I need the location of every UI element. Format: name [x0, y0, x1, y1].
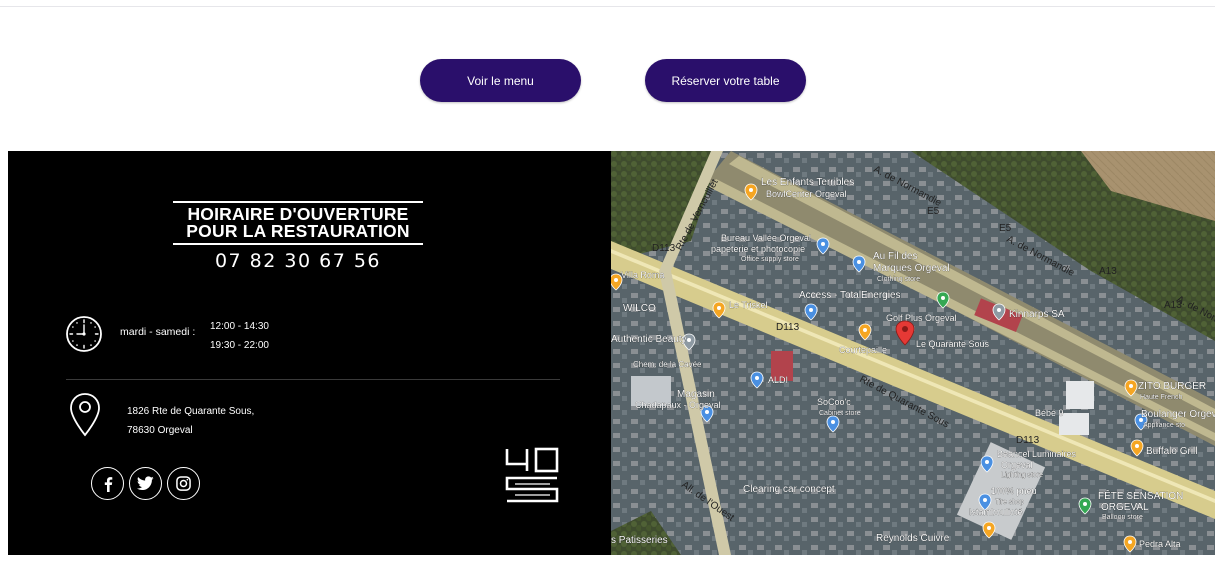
- map-label-d113b: D113: [776, 322, 800, 333]
- map-label-istam: Istamboulioté: [969, 507, 1023, 517]
- map-label-a13a: A13: [1099, 266, 1117, 277]
- opening-hours-title-block: HOIRAIRE D'OUVERTURE POUR LA RESTAURATIO…: [173, 201, 423, 272]
- social-links: [91, 467, 200, 500]
- map-label-enfants: Les Enfants Terribles: [761, 177, 854, 188]
- map-label-aldi: ALDI: [768, 375, 788, 385]
- map-label-access: Access - TotalEnergies: [799, 290, 901, 301]
- top-divider: [0, 6, 1215, 7]
- lunch-hours: 12:00 - 14:30: [210, 321, 269, 332]
- map-label-papeterie: papeterie et photocopie: [711, 244, 805, 254]
- map-label-bowl: BowlCenter Orgeval: [766, 189, 847, 199]
- map-label-d113a: D113: [652, 243, 676, 254]
- building-bebe9: [1066, 381, 1094, 409]
- map-label-chemcavee: Chem. de la Cavée: [633, 360, 702, 369]
- opening-days: mardi - samedi :: [120, 326, 196, 338]
- map-label-fete: FÊTE SENSATION: [1098, 489, 1183, 502]
- location-pin-icon: [70, 393, 100, 437]
- info-divider: [66, 379, 560, 380]
- map-label-orgeval: Orgeval: [1001, 460, 1033, 470]
- map-label-office: Office supply store: [741, 256, 799, 263]
- map-label-villaroma: Villa Roma: [621, 270, 664, 280]
- map-label-buffalo: Buffalo Grill: [1146, 446, 1198, 457]
- view-menu-button[interactable]: Voir le menu: [420, 59, 581, 102]
- map-label-authentic: Authentic Beauty: [611, 334, 687, 345]
- map-label-boulanger: Boulanger Orgev: [1141, 409, 1215, 420]
- map-label-socoo: SoCoo'c: [817, 397, 851, 407]
- map-label-magasin: Magasin: [677, 389, 715, 400]
- map-label-hautefrench: Haute French: [1140, 394, 1183, 401]
- twitter-icon[interactable]: [129, 467, 162, 500]
- map-label-pedra: Pedra Alta: [1139, 539, 1181, 549]
- map-label-pneu: 100% pneu: [991, 486, 1037, 496]
- map-label-e5b: E5: [999, 223, 1012, 234]
- map-canvas[interactable]: Les Enfants TerriblesBowlCenter Orgeval A…: [611, 151, 1215, 555]
- map-label-marques: Marques Orgeval: [873, 263, 950, 274]
- address-line-1: 1826 Rte de Quarante Sous,: [127, 406, 255, 417]
- facebook-icon[interactable]: [91, 467, 124, 500]
- map-label-zito: ZITO BURGER: [1138, 381, 1206, 392]
- map-label-e5a: E5: [927, 206, 940, 217]
- map-label-letriskel: Le Triskel: [729, 300, 768, 310]
- map-label-cabinet: Cabinet store: [819, 410, 861, 417]
- map-label-reynolds: Reynolds Cuivre: [876, 533, 950, 544]
- map-label-bureau: Bureau Vallée Orgeval: [721, 233, 811, 243]
- map-label-aufil: Au Fil des: [873, 251, 917, 262]
- map-label-kinnarps: Kinnarps SA: [1009, 309, 1065, 320]
- brand-logo: [505, 447, 559, 503]
- map-label-clothing: Clothing store: [877, 276, 920, 283]
- map-label-beancel: Beancel Luminaires: [997, 449, 1077, 459]
- opening-hours-title: HOIRAIRE D'OUVERTURE POUR LA RESTAURATIO…: [173, 203, 423, 243]
- map-label-appliance: Appliance sto: [1143, 422, 1185, 429]
- reserve-table-button[interactable]: Réserver votre table: [645, 59, 806, 102]
- location-map[interactable]: Les Enfants Terribles BowlCenter Orgeval A…: [611, 151, 1215, 555]
- map-label-clearing: Clearing car concept: [743, 484, 835, 495]
- footer-info-panel: HOIRAIRE D'OUVERTURE POUR LA RESTAURATIO…: [8, 151, 611, 555]
- title-bottom-rule: [173, 243, 423, 245]
- map-label-bebe9: Bébé 9: [1035, 408, 1064, 418]
- map-label-patisseries: s Patisseries: [611, 535, 668, 546]
- map-label-courtepaille: Courtepaille: [839, 345, 887, 355]
- map-label-feteorgeval: ORGEVAL: [1101, 502, 1149, 513]
- map-label-golfplus: Golf Plus Orgeval: [886, 313, 957, 323]
- map-label-wilco: WILCO: [623, 303, 656, 314]
- map-label-lighting: Lighting store: [1001, 472, 1043, 479]
- clock-icon: [66, 316, 102, 352]
- map-label-chadapaux: Chadapaux - Orgeval: [635, 400, 721, 410]
- title-line-2: POUR LA RESTAURATION: [186, 221, 410, 241]
- map-label-balloon: Balloon store: [1102, 514, 1143, 521]
- instagram-icon[interactable]: [167, 467, 200, 500]
- map-label-a13b: A13: [1164, 300, 1182, 311]
- address-line-2: 78630 Orgeval: [127, 425, 193, 436]
- phone-number[interactable]: 07 82 30 67 56: [173, 250, 423, 272]
- map-label-tire: Tire shop: [995, 499, 1024, 506]
- map-label-quarante: Le Quarante Sous: [916, 339, 990, 349]
- dinner-hours: 19:30 - 22:00: [210, 340, 269, 351]
- map-label-d113c: D113: [1016, 435, 1040, 446]
- opening-times: 12:00 - 14:30 19:30 - 22:00: [210, 317, 269, 355]
- address: 1826 Rte de Quarante Sous, 78630 Orgeval: [127, 402, 254, 440]
